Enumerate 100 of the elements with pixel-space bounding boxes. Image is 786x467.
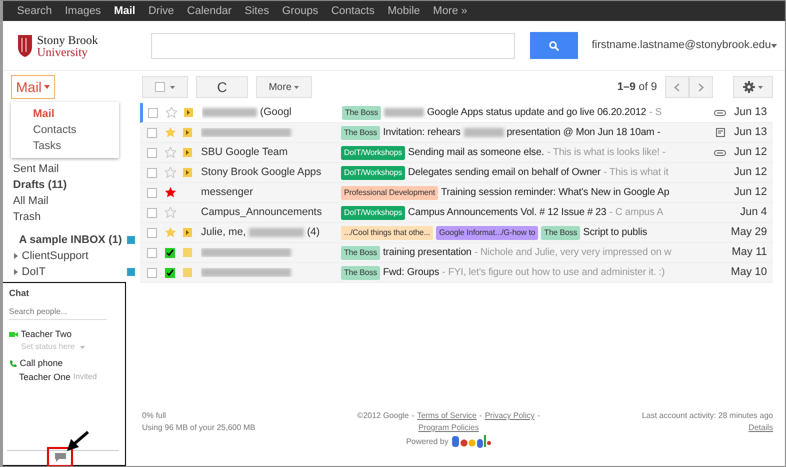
- checkbox[interactable]: [147, 208, 157, 218]
- video-camera-icon: [9, 331, 18, 338]
- checkbox[interactable]: [147, 128, 157, 138]
- sender-name: (Googl: [260, 104, 292, 120]
- message-row[interactable]: The Boss Fwd: Groups - FYI, let's figure out how to use and administer it. :) May 10: [140, 263, 773, 283]
- nav-link[interactable]: Contacts: [331, 2, 375, 20]
- folder-link[interactable]: DoIT: [13, 264, 46, 280]
- redacted-text: [202, 108, 257, 117]
- details-link[interactable]: Details: [748, 423, 773, 432]
- checkbox[interactable]: [147, 188, 157, 198]
- caret-icon: [170, 86, 176, 88]
- message-row[interactable]: The Boss training presentation - Nichole and Julie, very very impressed on w May 11: [140, 243, 773, 263]
- subject-text: Google Apps status update and go live 06.20.2012: [427, 106, 646, 120]
- checkbox[interactable]: [154, 82, 165, 92]
- subject-text: Campus Announcements Vol. # 12 Issue # 23: [408, 206, 606, 220]
- separator-text: -: [412, 410, 414, 422]
- folder-link[interactable]: All Mail: [13, 193, 48, 209]
- date-text: Jun 12: [732, 185, 768, 200]
- logo-text: University: [37, 46, 89, 58]
- checkbox[interactable]: [147, 268, 157, 278]
- previous-page-button[interactable]: [665, 76, 689, 98]
- message-row[interactable]: Julie, me, (4) .../Cool things that othe... Google Informat.../G-how to The Boss Script to publis May 29: [140, 223, 773, 243]
- label-tag[interactable]: The Boss: [341, 126, 380, 140]
- contact-name[interactable]: Teacher Two: [20, 328, 72, 341]
- subject-text: Script to publis: [583, 226, 648, 240]
- date-text: May 11: [730, 245, 768, 260]
- message-row[interactable]: messenger Professional Development Training session reminder: What's New in Google Ap Jun 12: [140, 183, 773, 203]
- sender-name: Julie, me,: [201, 224, 246, 240]
- message-row[interactable]: SBU Google Team DoIT/Workshops Sending mail as someone else. - This is what is looks like! - Jun 12: [140, 143, 773, 163]
- search-field[interactable]: [151, 32, 515, 58]
- footer-link[interactable]: Privacy Policy: [484, 410, 535, 422]
- message-row[interactable]: Stony Brook Google Apps DoIT/Workshops Delegates sending email on behalf of Owner - This is what it Jun 12: [140, 163, 773, 183]
- menu-item[interactable]: Mail: [33, 106, 119, 122]
- nav-link[interactable]: Calendar: [187, 2, 232, 20]
- label-tag[interactable]: Google Informat.../G-how to: [436, 226, 538, 240]
- subject-text: Training session reminder: What's New in Google Ap: [440, 186, 670, 200]
- storage-detail: Using 96 MB of your 25,600 MB: [142, 422, 256, 434]
- message-row[interactable]: Campus_Announcements DoIT/Workshops Campus Announcements Vol. # 12 Issue # 23 - C ampus A Jun 4: [140, 203, 773, 223]
- chat-button[interactable]: [54, 452, 66, 462]
- label-tag[interactable]: The Boss: [341, 246, 380, 260]
- label-tag[interactable]: The Boss: [342, 106, 381, 120]
- date-text: Jun 12: [732, 145, 768, 160]
- date-text: Jun 13: [732, 105, 768, 120]
- search-icon: [548, 40, 559, 50]
- nav-link[interactable]: Images: [64, 2, 101, 20]
- checkbox[interactable]: [147, 168, 157, 178]
- snippet-text: - FYI, let's figure out how to use and administer it. :): [442, 266, 665, 280]
- app-switcher-button[interactable]: Mail: [11, 75, 56, 99]
- folder-link[interactable]: Sent Mail: [13, 161, 59, 177]
- nav-link[interactable]: Mail: [114, 2, 136, 20]
- shield-logo-icon: [17, 34, 33, 58]
- search-button[interactable]: [530, 32, 578, 59]
- redacted-text: [248, 228, 304, 237]
- select-menu-button[interactable]: [142, 76, 188, 98]
- message-row[interactable]: (Googl The Boss Google Apps status update and go live 06.20.2012 - S Jun 13: [140, 103, 773, 123]
- nav-link[interactable]: Groups: [282, 2, 318, 20]
- refresh-button[interactable]: C: [196, 76, 248, 98]
- date-text: May 29: [730, 225, 768, 240]
- nav-link[interactable]: Search: [17, 2, 52, 20]
- subject-text: Invitation: rehears: [383, 126, 461, 140]
- nav-link[interactable]: More »: [433, 2, 468, 20]
- checkbox[interactable]: [147, 228, 157, 238]
- settings-button[interactable]: [733, 76, 773, 98]
- nav-link[interactable]: Sites: [244, 2, 270, 20]
- nav-link[interactable]: Mobile: [388, 2, 420, 20]
- label-tag[interactable]: Professional Development: [341, 186, 438, 200]
- storage-usage: 0% full: [142, 410, 168, 422]
- contact-name[interactable]: Teacher One: [19, 370, 71, 384]
- chevron-left-icon: [674, 82, 680, 92]
- subject-text: presentation @ Mon Jun 18 10am -: [506, 126, 660, 140]
- snippet-text: - Nichole and Julie, very very impressed on w: [474, 246, 672, 260]
- message-row[interactable]: The Boss Invitation: rehears presentation @ Mon Jun 18 10am - Jun 13: [140, 123, 773, 143]
- account-menu[interactable]: firstname.lastname@stonybrook.edu: [592, 37, 772, 54]
- footer-link[interactable]: Terms of Service: [417, 410, 477, 422]
- expand-triangle-icon: [13, 253, 19, 259]
- next-page-button[interactable]: [689, 76, 713, 98]
- subject-text: training presentation: [383, 246, 472, 260]
- checkbox[interactable]: [147, 148, 157, 158]
- menu-item[interactable]: Contacts: [33, 122, 119, 138]
- label-tag[interactable]: The Boss: [341, 266, 380, 280]
- speech-bubble-icon: [54, 452, 66, 462]
- folder-link[interactable]: Trash: [13, 209, 41, 225]
- footer-link[interactable]: Program Policies: [418, 422, 479, 434]
- phone-icon: [9, 360, 17, 368]
- folder-link[interactable]: ClientSupport: [13, 248, 88, 264]
- checkbox[interactable]: [147, 248, 157, 258]
- contact-name[interactable]: Call phone: [20, 357, 63, 370]
- date-text: Jun 4: [739, 205, 768, 220]
- redacted-text: [464, 128, 504, 137]
- caret-icon: [44, 85, 50, 89]
- folder-link[interactable]: A sample INBOX (1): [19, 232, 122, 248]
- chat-title: Chat: [9, 287, 30, 300]
- label-tag[interactable]: The Boss: [541, 226, 580, 240]
- folder-link[interactable]: Drafts (11): [13, 177, 67, 193]
- menu-item[interactable]: Tasks: [33, 138, 119, 154]
- label-tag[interactable]: .../Cool things that othe...: [341, 226, 434, 240]
- checkbox[interactable]: [148, 108, 158, 118]
- more-button[interactable]: More: [256, 76, 312, 98]
- caret-icon: [758, 86, 763, 88]
- nav-link[interactable]: Drive: [148, 2, 174, 20]
